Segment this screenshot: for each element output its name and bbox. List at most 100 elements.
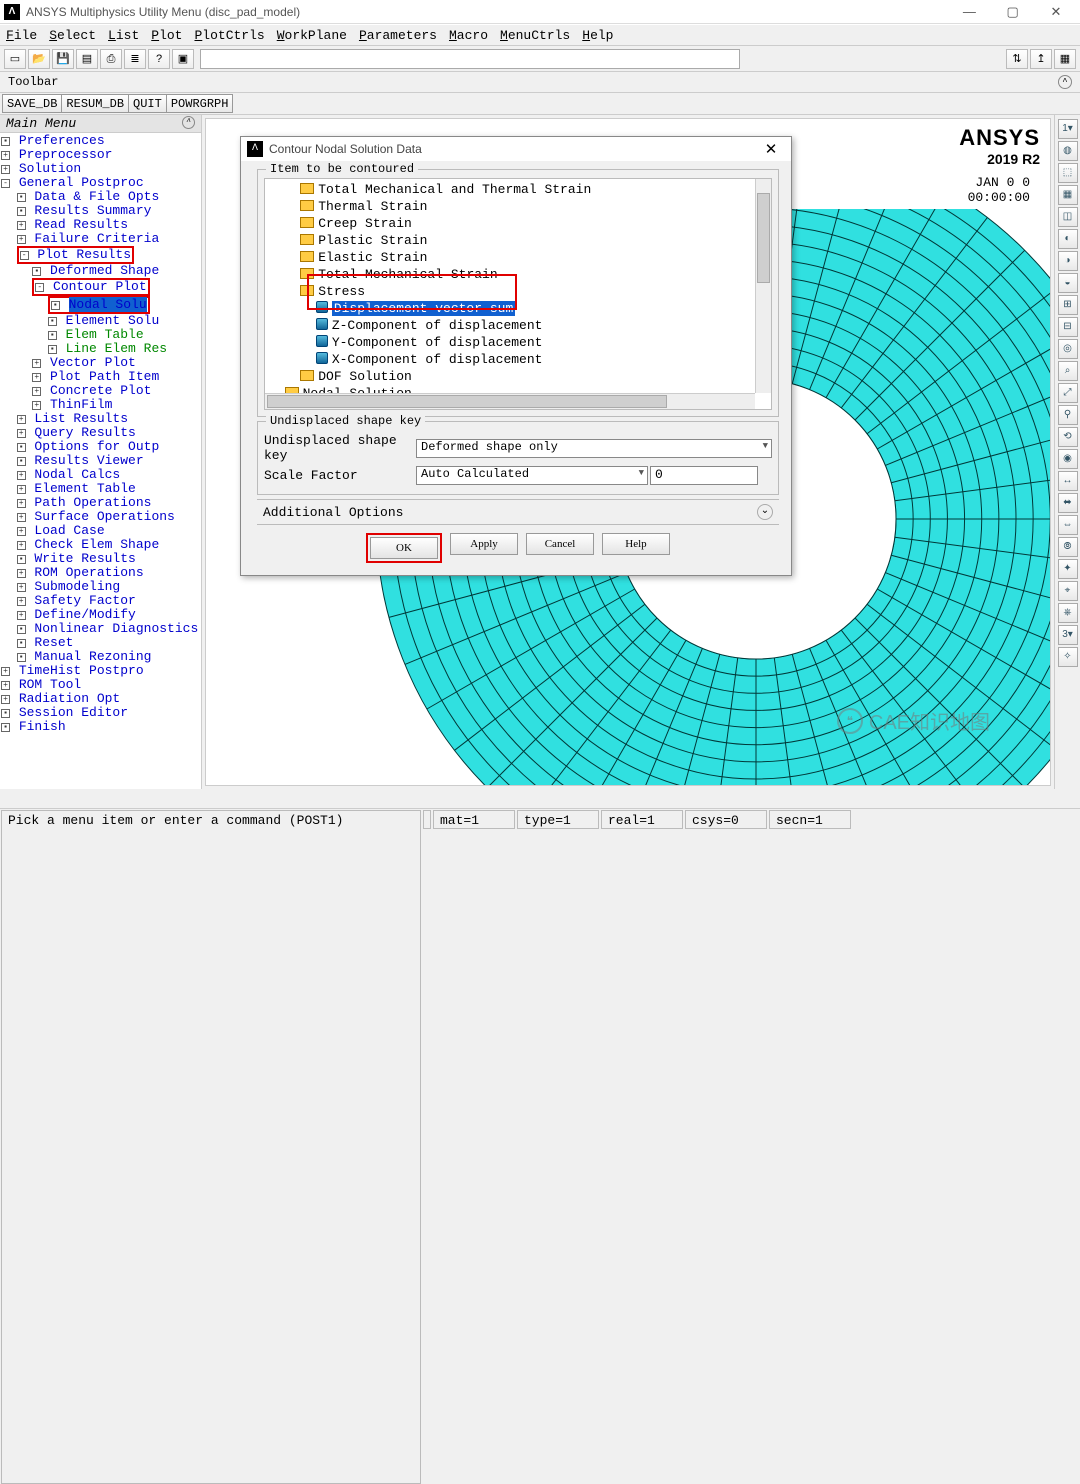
contour-tree-item[interactable]: Creep Strain (269, 215, 767, 232)
tree-item[interactable]: + List Results (1, 412, 200, 426)
menu-list[interactable]: List (108, 28, 139, 43)
contour-tree-item[interactable]: Y-Component of displacement (269, 334, 767, 351)
expand-icon[interactable]: ⌄ (757, 504, 773, 520)
view-icon-6[interactable]: ◑ (1058, 251, 1078, 271)
contour-tree-item[interactable]: Thermal Strain (269, 198, 767, 215)
tree-item[interactable]: ▪ Preferences (1, 134, 200, 148)
view-icon-5[interactable]: ◐ (1058, 229, 1078, 249)
maximize-button[interactable]: ▢ (993, 1, 1033, 23)
menu-workplane[interactable]: WorkPlane (277, 28, 347, 43)
menu-help[interactable]: Help (582, 28, 613, 43)
collapse-icon[interactable]: ^ (1058, 75, 1072, 89)
contour-tree-item[interactable]: Plastic Strain (269, 232, 767, 249)
tree-item[interactable]: + Safety Factor (1, 594, 200, 608)
scrollbar-vertical[interactable] (755, 179, 771, 393)
tree-item[interactable]: ▪ Line Elem Res (1, 342, 200, 356)
tree-item[interactable]: - Plot Results (1, 246, 200, 264)
view-icon-1[interactable]: ◍ (1058, 141, 1078, 161)
dialog-close-button[interactable]: ✕ (757, 140, 785, 159)
tree-item[interactable]: + Check Elem Shape (1, 538, 200, 552)
menu-file[interactable]: File (6, 28, 37, 43)
tree-item[interactable]: ▪ Nonlinear Diagnostics (1, 622, 200, 636)
tree-item[interactable]: + Path Operations (1, 496, 200, 510)
help-button[interactable]: Help (602, 533, 670, 555)
additional-options-label[interactable]: Additional Options (263, 505, 403, 520)
tree-item[interactable]: ▪ Elem Table (1, 328, 200, 342)
tree-item[interactable]: + Query Results (1, 426, 200, 440)
tree-item[interactable]: ▪ Options for Outp (1, 440, 200, 454)
view-icon-2[interactable]: ⬚ (1058, 163, 1078, 183)
tree-item[interactable]: ▪ Reset (1, 636, 200, 650)
save-icon[interactable]: 💾 (52, 49, 74, 69)
tree-item[interactable]: ▪ Write Results (1, 552, 200, 566)
tree-item[interactable]: + Concrete Plot (1, 384, 200, 398)
tree-item[interactable]: + Plot Path Item (1, 370, 200, 384)
tree-item[interactable]: ▪ Deformed Shape (1, 264, 200, 278)
menu-menuctrls[interactable]: MenuCtrls (500, 28, 570, 43)
view-icon-19[interactable]: ⦾ (1058, 537, 1078, 557)
scale-select[interactable]: Auto Calculated (416, 466, 648, 485)
tree-item[interactable]: + Read Results (1, 218, 200, 232)
tree-item[interactable]: + Radiation Opt (1, 692, 200, 706)
view-icon-16[interactable]: ↔ (1058, 471, 1078, 491)
tb-quit[interactable]: QUIT (128, 94, 167, 113)
tree-item[interactable]: + Submodeling (1, 580, 200, 594)
status-prompt[interactable]: Pick a menu item or enter a command (POS… (1, 810, 421, 1484)
view-icon-23[interactable]: 3▾ (1058, 625, 1078, 645)
tree-item[interactable]: ▪ Results Viewer (1, 454, 200, 468)
main-menu-tree[interactable]: ▪ Preferences+ Preprocessor+ Solution- G… (0, 133, 201, 735)
cancel-button[interactable]: Cancel (526, 533, 594, 555)
contour-item-tree[interactable]: Total Mechanical and Thermal Strain Ther… (264, 178, 772, 410)
view-icon-20[interactable]: ✦ (1058, 559, 1078, 579)
tree-item[interactable]: + Failure Criteria (1, 232, 200, 246)
contour-tree-item[interactable]: Elastic Strain (269, 249, 767, 266)
command-input[interactable] (200, 49, 740, 69)
view-icon-8[interactable]: ⊞ (1058, 295, 1078, 315)
contour-tree-item[interactable]: DOF Solution (269, 368, 767, 385)
print-icon[interactable]: ⎙ (100, 49, 122, 69)
apply-button[interactable]: Apply (450, 533, 518, 555)
view-icon-18[interactable]: ⇔ (1058, 515, 1078, 535)
view-icon-14[interactable]: ⟲ (1058, 427, 1078, 447)
new-icon[interactable]: ▭ (4, 49, 26, 69)
menu-macro[interactable]: Macro (449, 28, 488, 43)
mainmenu-collapse-icon[interactable]: ^ (182, 116, 195, 129)
tree-item[interactable]: + Preprocessor (1, 148, 200, 162)
tree-item[interactable]: + Define/Modify (1, 608, 200, 622)
tb-powrgrph[interactable]: POWRGRPH (166, 94, 234, 113)
close-button[interactable]: ✕ (1036, 1, 1076, 23)
tree-item[interactable]: + ThinFilm (1, 398, 200, 412)
view-icon-12[interactable]: ⤢ (1058, 383, 1078, 403)
view-icon-15[interactable]: ◉ (1058, 449, 1078, 469)
menu-select[interactable]: Select (49, 28, 96, 43)
view-icon-7[interactable]: ◒ (1058, 273, 1078, 293)
view-icon-3[interactable]: ▦ (1058, 185, 1078, 205)
ok-button[interactable]: OK (370, 537, 438, 559)
tree-item[interactable]: - General Postproc (1, 176, 200, 190)
tree-item[interactable]: + Surface Operations (1, 510, 200, 524)
view-icon-0[interactable]: 1▾ (1058, 119, 1078, 139)
view-icon-17[interactable]: ⬌ (1058, 493, 1078, 513)
tb-icon-a[interactable]: ⇅ (1006, 49, 1028, 69)
view-icon-4[interactable]: ◫ (1058, 207, 1078, 227)
view-icon-21[interactable]: ⌖ (1058, 581, 1078, 601)
tree-item[interactable]: + ROM Tool (1, 678, 200, 692)
minimize-button[interactable]: — (949, 0, 989, 22)
help-icon[interactable]: ? (148, 49, 170, 69)
tb-icon-b[interactable]: ↥ (1030, 49, 1052, 69)
menu-parameters[interactable]: Parameters (359, 28, 437, 43)
view-icon-10[interactable]: ◎ (1058, 339, 1078, 359)
contour-tree-item[interactable]: Total Mechanical and Thermal Strain (269, 181, 767, 198)
menu-plot[interactable]: Plot (151, 28, 182, 43)
view-icon-24[interactable]: ✧ (1058, 647, 1078, 667)
tb-icon-c[interactable]: ▦ (1054, 49, 1076, 69)
view-icon-11[interactable]: ⌕ (1058, 361, 1078, 381)
tree-item[interactable]: ▪ Manual Rezoning (1, 650, 200, 664)
scale-number[interactable]: 0 (650, 466, 758, 485)
scrollbar-horizontal[interactable] (265, 393, 755, 409)
tree-item[interactable]: + Solution (1, 162, 200, 176)
tree-item[interactable]: + ROM Operations (1, 566, 200, 580)
tree-item[interactable]: + Element Table (1, 482, 200, 496)
contour-tree-item[interactable]: Z-Component of displacement (269, 317, 767, 334)
view-icon-22[interactable]: ⎈ (1058, 603, 1078, 623)
